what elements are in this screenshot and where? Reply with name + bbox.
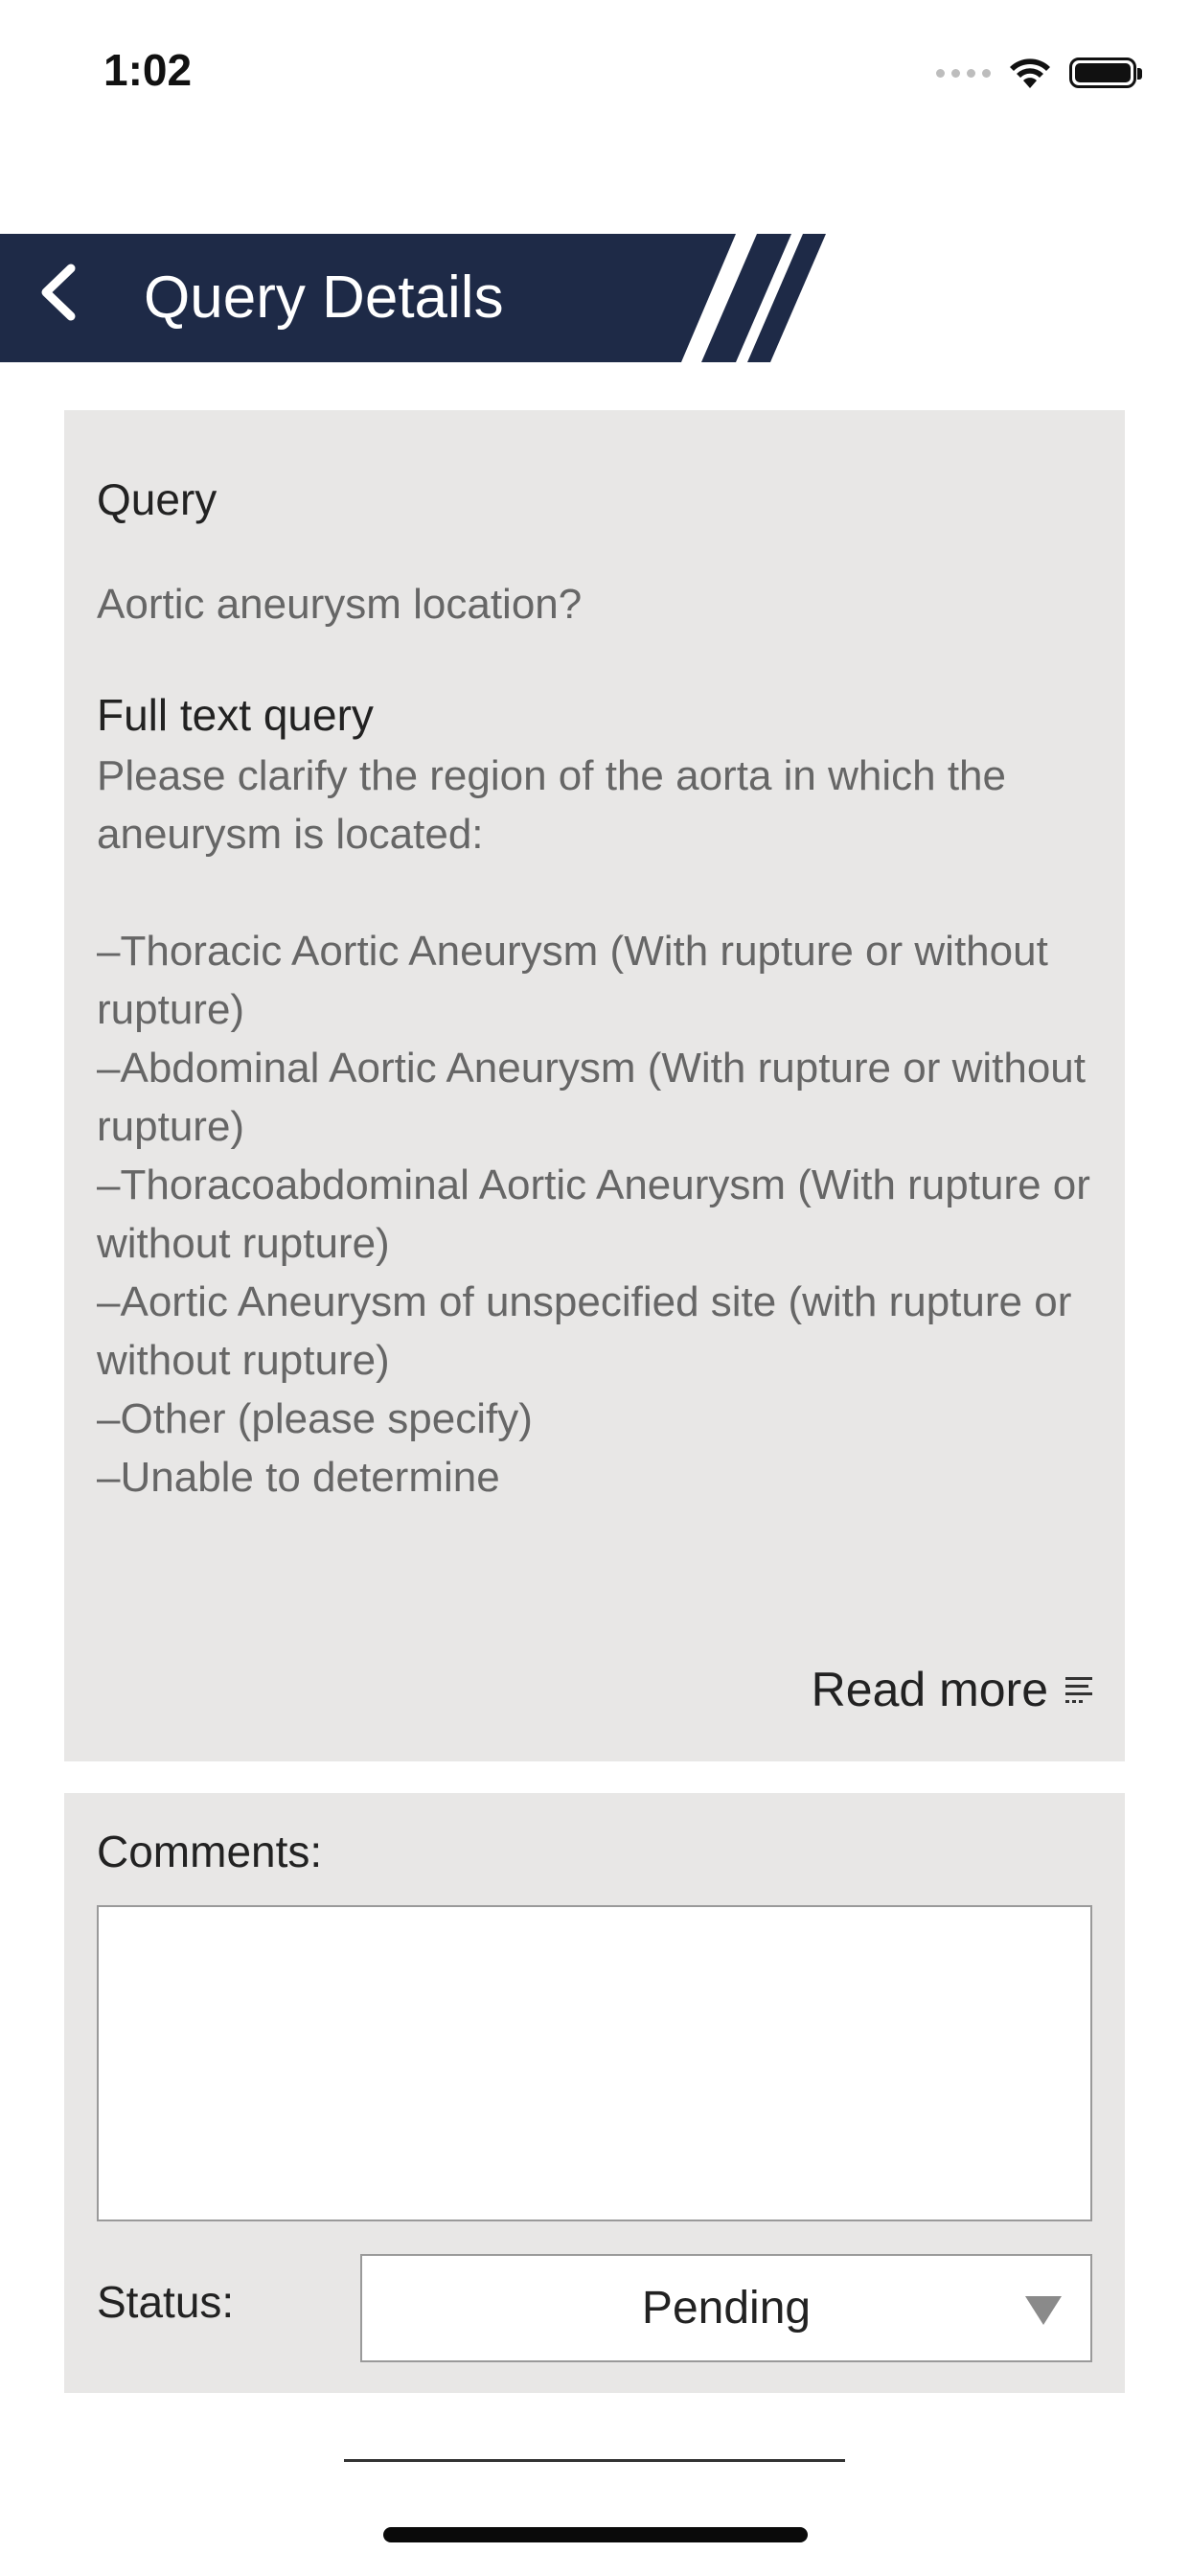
header-banner: Query Details — [0, 234, 834, 362]
page-title: Query Details — [144, 264, 504, 331]
comments-input[interactable] — [97, 1905, 1092, 2221]
triangle-down-icon — [1025, 2296, 1062, 2325]
battery-icon — [1069, 58, 1142, 88]
divider-line — [344, 2459, 845, 2462]
status-dropdown[interactable]: Pending — [360, 2254, 1092, 2362]
home-indicator[interactable] — [383, 2527, 808, 2542]
query-value: Aortic aneurysm location? — [97, 581, 583, 628]
query-label: Query — [97, 474, 217, 524]
back-button[interactable] — [34, 263, 102, 334]
chevron-left-icon — [41, 264, 76, 321]
status-bar: 1:02 — [0, 0, 1190, 144]
read-more-button[interactable]: Read more — [812, 1662, 1096, 1717]
status-label: Status: — [97, 2277, 235, 2327]
status-time: 1:02 — [103, 45, 193, 95]
full-text-query-body: Please clarify the region of the aorta i… — [97, 752, 1090, 1501]
read-more-label: Read more — [811, 1663, 1048, 1716]
status-icons — [936, 54, 1142, 92]
text-lines-icon — [1065, 1677, 1092, 1703]
status-value: Pending — [641, 2283, 812, 2334]
wifi-icon — [1010, 58, 1050, 88]
full-text-query-label: Full text query — [97, 690, 374, 740]
signal-dots-icon — [936, 68, 991, 78]
comments-label: Comments: — [97, 1827, 323, 1876]
query-card: Query Aortic aneurysm location? Full tex… — [64, 410, 1125, 1761]
comments-card: Comments: Status: Pending — [64, 1793, 1125, 2393]
